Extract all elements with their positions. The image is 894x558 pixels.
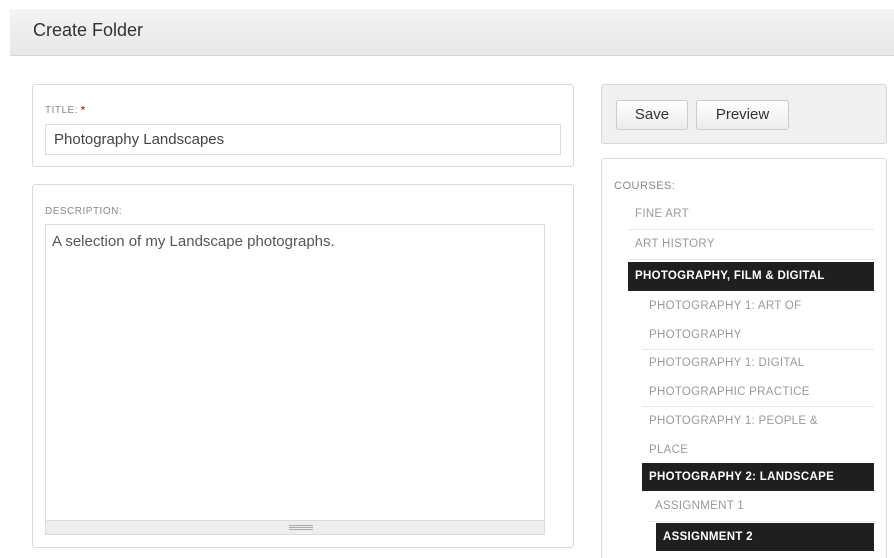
page-header: Create Folder bbox=[10, 9, 894, 56]
course-item-photography1-art[interactable]: PHOTOGRAPHY 1: ART OF PHOTOGRAPHY bbox=[642, 292, 874, 350]
required-marker: * bbox=[81, 105, 86, 116]
preview-button[interactable]: Preview bbox=[696, 100, 789, 130]
grip-icon bbox=[289, 525, 313, 530]
description-label: DESCRIPTION: bbox=[45, 206, 123, 217]
course-item-photography-film-digital[interactable]: PHOTOGRAPHY, FILM & DIGITAL bbox=[628, 262, 874, 291]
courses-label: COURSES: bbox=[614, 180, 676, 192]
title-panel: TITLE: * bbox=[32, 84, 574, 167]
courses-panel: COURSES: FINE ART ART HISTORY PHOTOGRAPH… bbox=[601, 158, 887, 558]
course-item-photography1-people[interactable]: PHOTOGRAPHY 1: PEOPLE & PLACE bbox=[642, 407, 874, 465]
save-button[interactable]: Save bbox=[616, 100, 688, 130]
course-item-assignment2[interactable]: ASSIGNMENT 2 bbox=[656, 523, 874, 551]
course-item-line: PHOTOGRAPHY bbox=[649, 329, 742, 341]
course-item-line: PHOTOGRAPHIC PRACTICE bbox=[649, 386, 810, 398]
description-panel: DESCRIPTION: A selection of my Landscape… bbox=[32, 184, 574, 548]
course-item-line: PHOTOGRAPHY 1: PEOPLE & bbox=[649, 415, 818, 427]
course-item-photography2-landscape[interactable]: PHOTOGRAPHY 2: LANDSCAPE bbox=[642, 463, 874, 491]
page-title: Create Folder bbox=[33, 20, 144, 40]
title-input[interactable] bbox=[45, 124, 561, 155]
course-item-line: PHOTOGRAPHY 1: ART OF bbox=[649, 300, 802, 312]
course-item-photography1-digital[interactable]: PHOTOGRAPHY 1: DIGITAL PHOTOGRAPHIC PRAC… bbox=[642, 349, 874, 407]
title-label: TITLE: * bbox=[45, 105, 85, 116]
course-item-art-history[interactable]: ART HISTORY bbox=[628, 230, 874, 260]
course-item-line: PHOTOGRAPHY 1: DIGITAL bbox=[649, 357, 805, 369]
actions-panel: Save Preview bbox=[601, 84, 887, 144]
textarea-resize-handle[interactable] bbox=[45, 520, 545, 535]
title-label-text: TITLE: bbox=[45, 105, 79, 116]
description-textarea[interactable]: A selection of my Landscape photographs. bbox=[45, 224, 545, 520]
course-item-fine-art[interactable]: FINE ART bbox=[628, 200, 874, 230]
course-item-line: PLACE bbox=[649, 444, 689, 456]
course-item-assignment1[interactable]: ASSIGNMENT 1 bbox=[648, 492, 874, 522]
